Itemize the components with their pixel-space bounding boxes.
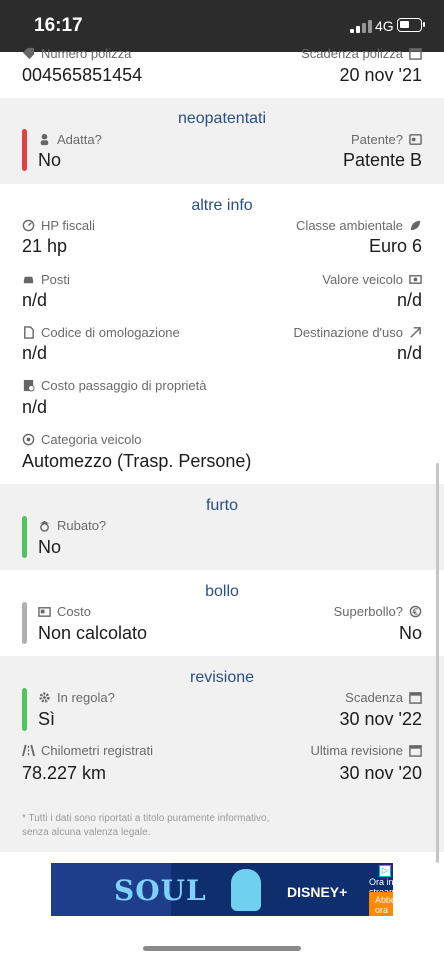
bollo-section: bollo Costo Non calcolato Superbollo? No <box>0 570 444 656</box>
euro-icon <box>409 605 422 618</box>
scrollbar[interactable] <box>436 463 439 863</box>
adatta-label: Adatta? <box>38 132 102 147</box>
furto-section: furto Rubato? No <box>0 484 444 570</box>
gauge-icon <box>22 219 35 232</box>
polizza-section: Numero polizza 004565851454 Scadenza pol… <box>0 46 444 98</box>
passaggio-value: n/d <box>22 397 48 417</box>
destinazione-value: n/d <box>396 343 422 363</box>
tag-icon <box>22 47 35 60</box>
status-time: 16:17 <box>34 15 83 36</box>
baby-icon <box>40 133 49 146</box>
revisione-scadenza-value: 30 nov '22 <box>339 709 422 729</box>
status-bar: 16:17 4G <box>0 0 444 52</box>
ad-title: SOUL <box>114 874 207 907</box>
hp-value: 21 hp <box>22 236 68 256</box>
ad-banner[interactable]: SOUL DISNEY+ Ora in streaming Abbonati o… <box>51 863 393 916</box>
classe-label: Classe ambientale <box>296 218 422 233</box>
ad-character-image <box>231 869 261 911</box>
revisione-scadenza-label: Scadenza <box>345 690 422 705</box>
omologazione-value: n/d <box>22 343 48 363</box>
ultima-revisione-label: Ultima revisione <box>311 743 422 758</box>
furto-status-bar <box>22 516 27 558</box>
bollo-status-bar <box>22 602 27 644</box>
regola-label: In regola? <box>38 690 115 705</box>
categoria-value: Automezzo (Trasp. Persone) <box>22 451 252 471</box>
calendar-icon <box>409 745 422 757</box>
categoria-label: Categoria veicolo <box>22 432 141 447</box>
ultima-revisione-value: 30 nov '20 <box>339 763 422 783</box>
destinazione-label: Destinazione d'uso <box>294 325 422 340</box>
leaf-icon <box>410 220 421 231</box>
revisione-title: revisione <box>189 669 255 686</box>
omologazione-label: Codice di omologazione <box>22 325 180 340</box>
superbollo-label: Superbollo? <box>334 604 422 619</box>
patente-label: Patente? <box>351 132 422 147</box>
rubato-value: No <box>38 537 62 557</box>
car-icon <box>23 276 34 284</box>
road-icon <box>22 744 35 757</box>
valore-label: Valore veicolo <box>322 272 422 287</box>
calendar-icon <box>409 48 422 60</box>
patente-value: Patente B <box>342 150 422 170</box>
receipt-icon <box>23 379 35 392</box>
superbollo-value: No <box>398 623 422 643</box>
signpost-icon <box>410 327 421 338</box>
network-type: 4G <box>375 18 394 34</box>
valore-value: n/d <box>396 290 422 310</box>
numero-polizza-value: 004565851454 <box>22 65 143 85</box>
rubato-label: Rubato? <box>38 518 106 533</box>
target-icon <box>22 433 35 446</box>
home-indicator[interactable] <box>143 946 301 951</box>
document-icon <box>24 326 34 339</box>
costo-label: Costo <box>38 604 91 619</box>
numero-polizza-label: Numero polizza <box>22 46 131 61</box>
altre-info-title: altre info <box>191 197 253 214</box>
scadenza-polizza-value: 20 nov '21 <box>339 65 422 85</box>
hp-label: HP fiscali <box>22 218 95 233</box>
license-icon <box>409 134 422 145</box>
altre-info-section: altre info HP fiscali 21 hp Classe ambie… <box>0 184 444 484</box>
ad-container: SOUL DISNEY+ Ora in streaming Abbonati o… <box>0 852 444 930</box>
id-card-icon <box>38 607 51 617</box>
gears-icon <box>39 692 50 703</box>
ad-brand: DISNEY+ <box>287 884 348 900</box>
money-icon <box>409 275 422 284</box>
neopatentati-title: neopatentati <box>177 110 267 127</box>
disclaimer-footnote: * Tutti i dati sono riportati a titolo p… <box>22 813 270 838</box>
neopatentati-section: neopatentati Adatta? No Patente? Patente… <box>0 98 444 184</box>
scadenza-polizza-label: Scadenza polizza <box>301 46 422 61</box>
km-label: Chilometri registrati <box>22 743 153 758</box>
battery-icon <box>397 18 425 32</box>
adchoices-icon[interactable]: ▷ <box>379 865 391 877</box>
thief-icon <box>39 520 50 532</box>
classe-value: Euro 6 <box>368 236 422 256</box>
signal-icon <box>350 19 372 33</box>
posti-label: Posti <box>22 272 70 287</box>
costo-value: Non calcolato <box>38 623 148 643</box>
km-value: 78.227 km <box>22 763 107 783</box>
bollo-title: bollo <box>205 583 239 600</box>
furto-title: furto <box>205 497 238 514</box>
regola-value: Sì <box>38 709 56 729</box>
posti-value: n/d <box>22 290 48 310</box>
adatta-value: No <box>38 150 62 170</box>
revisione-status-bar <box>22 688 27 731</box>
calendar-icon <box>409 692 422 704</box>
neopatentati-status-bar <box>22 129 27 171</box>
passaggio-label: Costo passaggio di proprietà <box>22 378 207 393</box>
ad-cta-button[interactable]: Abbonati ora <box>369 892 393 916</box>
